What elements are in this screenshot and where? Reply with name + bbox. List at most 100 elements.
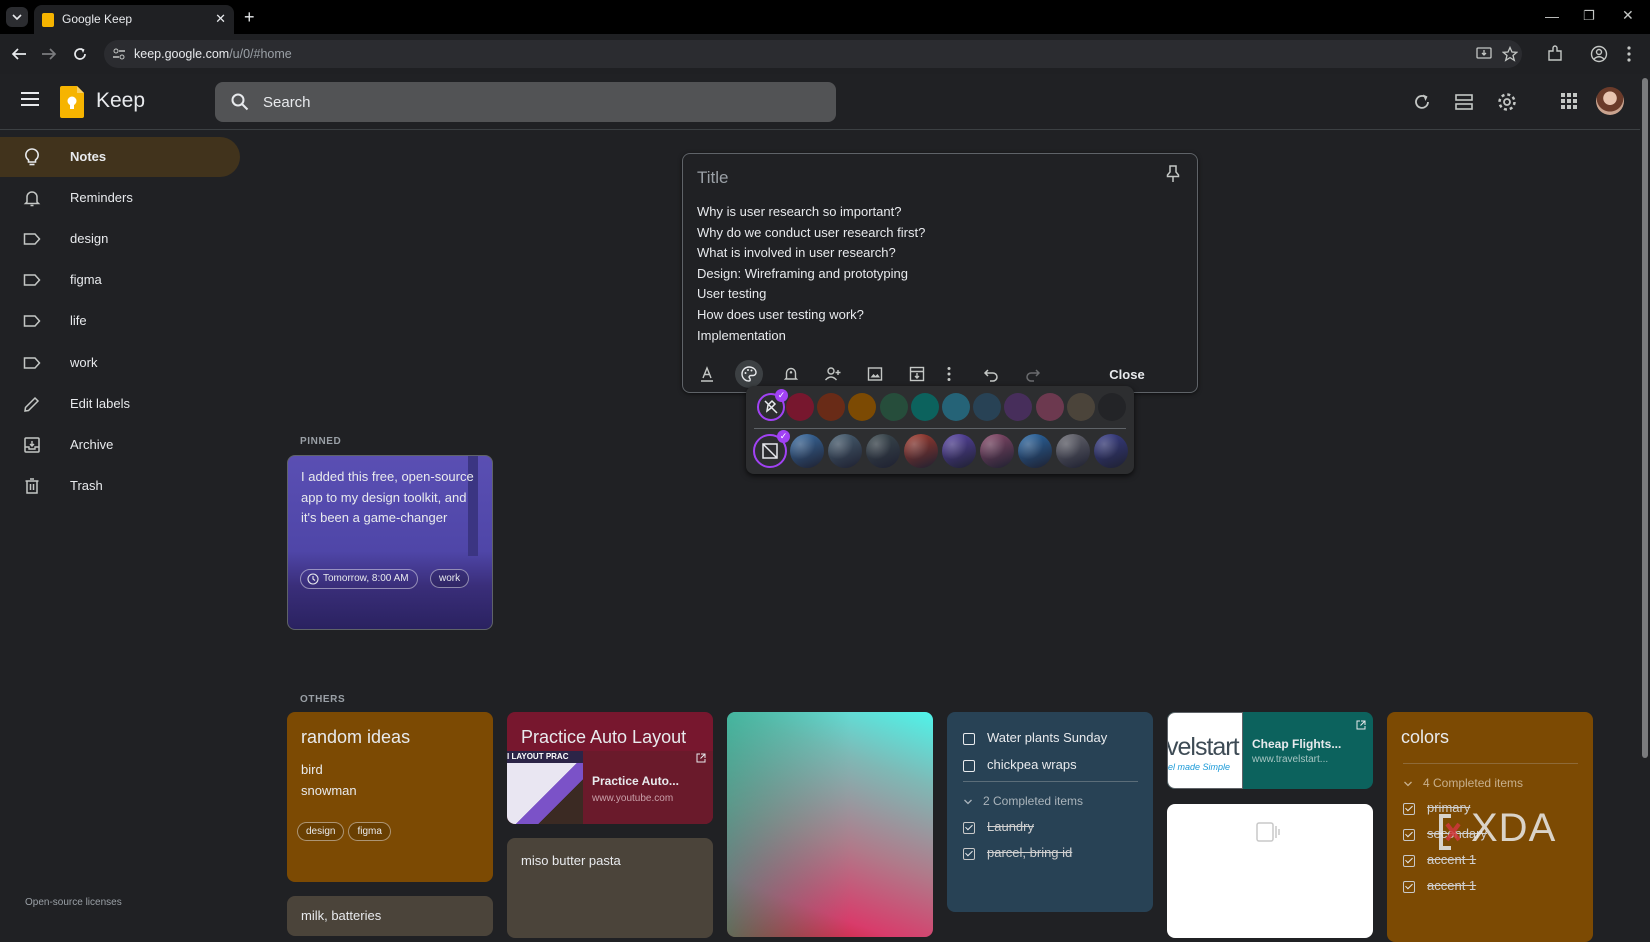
background-swatch[interactable] [1094, 434, 1128, 468]
background-swatch[interactable] [790, 434, 824, 468]
browser-menu-icon[interactable] [1625, 45, 1633, 63]
account-avatar[interactable] [1596, 87, 1624, 115]
background-swatch[interactable] [1018, 434, 1052, 468]
note-card-cheap-flights[interactable]: velstart el made Simple Cheap Flights...… [1167, 712, 1373, 789]
scrollbar-thumb[interactable] [1642, 78, 1648, 758]
install-app-icon[interactable] [1476, 47, 1492, 61]
list-view-icon[interactable] [1454, 92, 1474, 112]
color-swatch[interactable] [848, 393, 877, 421]
sidebar-item-archive[interactable]: Archive [0, 425, 240, 465]
completed-items-toggle[interactable]: 4 Completed items [1403, 776, 1523, 790]
checked-box-icon[interactable] [1403, 854, 1415, 867]
reload-icon[interactable] [71, 45, 89, 63]
tab-search-button[interactable] [6, 7, 28, 27]
color-swatch[interactable] [817, 393, 846, 421]
background-swatch[interactable] [1056, 434, 1090, 468]
checklist-item[interactable]: chickpea wraps [963, 757, 1077, 772]
color-swatch[interactable] [786, 393, 814, 421]
color-swatch[interactable] [910, 393, 939, 421]
background-options-button[interactable] [735, 360, 763, 388]
sidebar-item-notes[interactable]: Notes [0, 137, 240, 177]
text-format-icon[interactable] [697, 364, 717, 384]
note-editor[interactable]: Title Why is user research so important?… [682, 153, 1198, 393]
note-card-blank-image[interactable] [1167, 804, 1373, 938]
minimize-icon[interactable]: — [1545, 8, 1559, 24]
note-card-miso[interactable]: miso butter pasta [507, 838, 713, 938]
close-window-icon[interactable]: ✕ [1622, 7, 1634, 24]
remind-me-icon[interactable] [781, 364, 801, 384]
default-color-swatch[interactable]: ✓ [757, 389, 788, 421]
completed-items-toggle[interactable]: 2 Completed items [963, 794, 1083, 808]
new-tab-icon[interactable]: + [244, 7, 255, 28]
default-background-swatch[interactable]: ✓ [753, 430, 790, 468]
sidebar-item-design[interactable]: design [0, 219, 240, 259]
note-card-checklist[interactable]: Water plants Sunday chickpea wraps 2 Com… [947, 712, 1153, 912]
label-chip-design[interactable]: design [297, 822, 345, 841]
label-chip-work[interactable]: work [430, 569, 470, 588]
color-swatch[interactable] [879, 393, 908, 421]
completed-item[interactable]: accent 1 [1403, 852, 1476, 867]
color-swatch[interactable] [1066, 393, 1095, 421]
note-body[interactable]: Why is user research so important? Why d… [697, 202, 925, 346]
add-image-icon[interactable] [865, 364, 885, 384]
sidebar-item-life[interactable]: life [0, 301, 240, 341]
pin-icon[interactable] [1164, 164, 1182, 184]
completed-item[interactable]: accent 1 [1403, 878, 1476, 893]
open-source-licenses-link[interactable]: Open-source licenses [25, 897, 122, 908]
color-swatch[interactable] [973, 393, 1002, 421]
background-swatch[interactable] [980, 434, 1014, 468]
reminder-chip[interactable]: Tomorrow, 8:00 AM [300, 569, 418, 589]
color-swatch[interactable] [1004, 393, 1033, 421]
undo-icon[interactable] [981, 364, 1001, 384]
checked-box-icon[interactable] [963, 847, 975, 860]
google-apps-icon[interactable] [1561, 93, 1577, 109]
close-tab-icon[interactable]: ✕ [215, 11, 226, 27]
note-card-practice-auto-layout[interactable]: Practice Auto Layout I LAYOUT PRAC Pract… [507, 712, 713, 824]
note-card-milk[interactable]: milk, batteries [287, 896, 493, 936]
note-card-gradient-image[interactable] [727, 712, 933, 937]
pinned-note-card[interactable]: I added this free, open-source app to my… [287, 455, 493, 630]
sidebar-item-edit-labels[interactable]: Edit labels [0, 384, 240, 424]
settings-gear-icon[interactable] [1496, 91, 1518, 113]
background-swatch[interactable] [866, 434, 900, 468]
sidebar-item-trash[interactable]: Trash [0, 466, 240, 506]
sidebar-item-reminders[interactable]: Reminders [0, 178, 240, 218]
background-swatch[interactable] [904, 434, 938, 468]
completed-item[interactable]: Laundry [963, 819, 1034, 834]
checked-box-icon[interactable] [963, 821, 975, 834]
note-card-random-ideas[interactable]: random ideas bird snowman design figma [287, 712, 493, 882]
sidebar-item-figma[interactable]: figma [0, 260, 240, 300]
color-swatch[interactable] [1035, 393, 1064, 421]
label-chip-figma[interactable]: figma [348, 822, 391, 841]
forward-icon[interactable] [40, 46, 58, 62]
page-scrollbar[interactable] [1641, 74, 1650, 928]
sidebar-item-work[interactable]: work [0, 343, 240, 383]
search-box[interactable] [215, 82, 836, 122]
profile-icon[interactable] [1590, 45, 1608, 63]
search-input[interactable] [263, 82, 813, 122]
checklist-item[interactable]: Water plants Sunday [963, 730, 1107, 745]
link-preview[interactable]: I LAYOUT PRAC Practice Auto... www.youtu… [507, 751, 713, 824]
archive-icon[interactable] [907, 364, 927, 384]
more-options-icon[interactable] [939, 364, 959, 384]
extensions-icon[interactable] [1546, 45, 1564, 63]
refresh-icon[interactable] [1412, 92, 1432, 112]
checkbox-icon[interactable] [963, 732, 975, 745]
collaborator-icon[interactable] [823, 364, 843, 384]
color-swatch[interactable] [1098, 393, 1126, 421]
search-icon[interactable] [231, 93, 249, 111]
bookmark-star-icon[interactable] [1502, 46, 1518, 62]
note-title-input[interactable]: Title [697, 168, 729, 188]
completed-item[interactable]: parcel, bring id [963, 845, 1072, 860]
color-swatch[interactable] [942, 393, 970, 421]
checked-box-icon[interactable] [1403, 828, 1415, 841]
restore-icon[interactable]: ❐ [1583, 8, 1595, 24]
background-swatch[interactable] [828, 434, 862, 468]
address-bar[interactable]: keep.google.com/u/0/#home [104, 40, 1522, 68]
redo-icon[interactable] [1023, 364, 1043, 384]
open-link-icon[interactable] [696, 753, 706, 763]
open-link-icon[interactable] [1356, 720, 1366, 730]
background-swatch[interactable] [942, 434, 976, 468]
checked-box-icon[interactable] [1403, 880, 1415, 893]
back-icon[interactable] [10, 46, 28, 62]
